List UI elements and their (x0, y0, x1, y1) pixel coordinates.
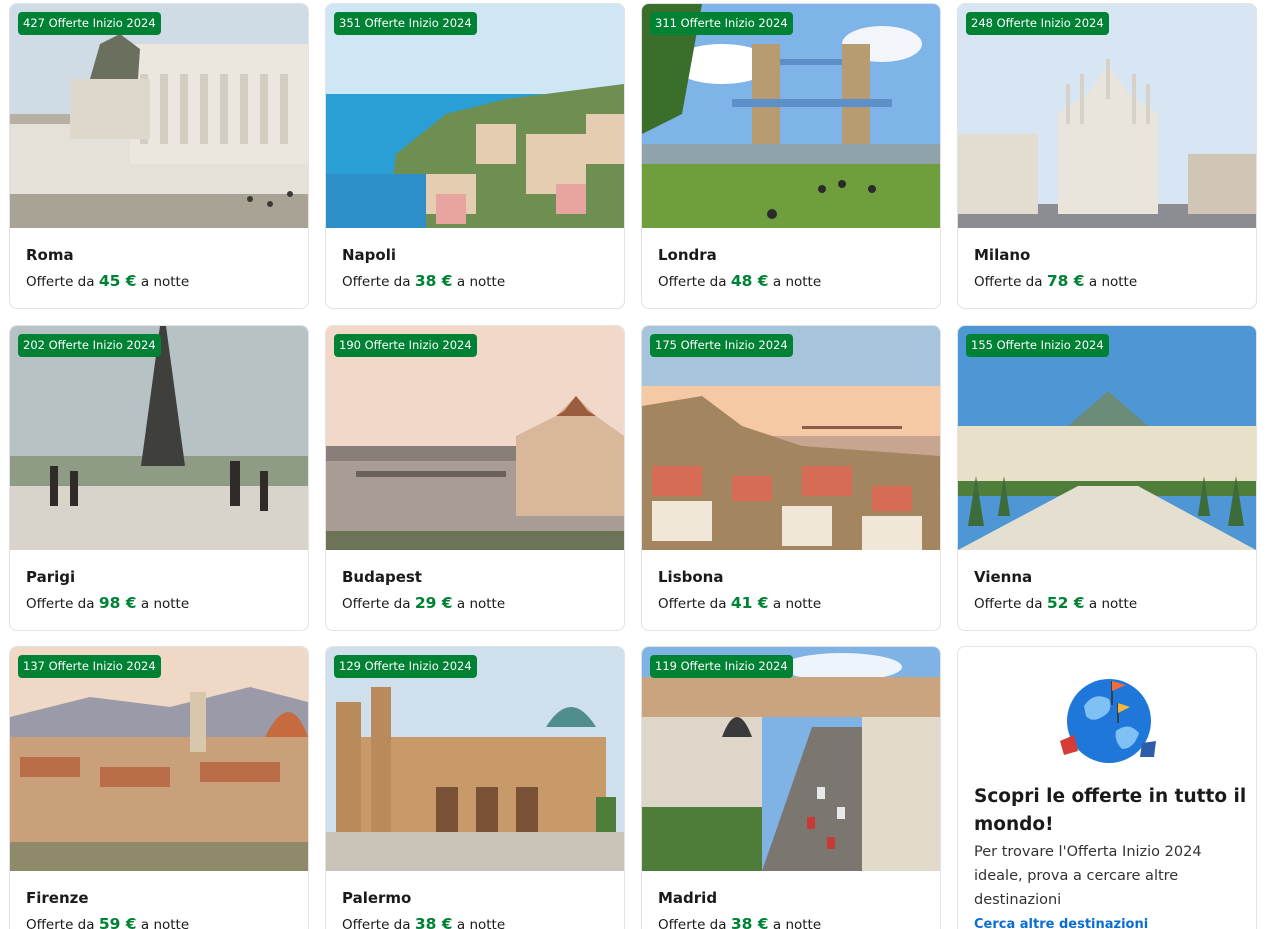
globe-with-flags-icon (1054, 661, 1164, 771)
price-line: Offerte da 98 € a notte (26, 594, 189, 612)
offer-count-badge: 427 Offerte Inizio 2024 (18, 12, 161, 35)
price-suffix: a notte (456, 596, 506, 612)
price-suffix: a notte (772, 274, 822, 290)
price-value: 78 € (1046, 272, 1085, 290)
price-value: 38 € (414, 915, 453, 929)
photo-napoli (326, 4, 624, 228)
price-value: 52 € (1046, 594, 1085, 612)
offer-card-londra[interactable]: 311 Offerte Inizio 2024 Londra Offerte d… (641, 3, 941, 309)
city-name: Budapest (342, 568, 422, 586)
price-suffix: a notte (456, 274, 506, 290)
search-other-destinations-link[interactable]: Cerca altre destinazioni (974, 917, 1148, 929)
city-name: Palermo (342, 889, 412, 907)
offer-card-budapest[interactable]: 190 Offerte Inizio 2024 Budapest Offerte… (325, 325, 625, 631)
offer-card-lisbona[interactable]: 175 Offerte Inizio 2024 Lisbona Offerte … (641, 325, 941, 631)
price-suffix: a notte (140, 274, 190, 290)
photo-parigi (10, 326, 308, 550)
photo-firenze (10, 647, 308, 871)
price-suffix: a notte (1088, 596, 1138, 612)
offer-count-badge: 311 Offerte Inizio 2024 (650, 12, 793, 35)
offer-card-parigi[interactable]: 202 Offerte Inizio 2024 Parigi Offerte d… (9, 325, 309, 631)
price-prefix: Offerte da (26, 917, 95, 929)
price-prefix: Offerte da (974, 596, 1043, 612)
photo-milano (958, 4, 1256, 228)
offer-card-milano[interactable]: 248 Offerte Inizio 2024 Milano Offerte d… (957, 3, 1257, 309)
price-prefix: Offerte da (26, 596, 95, 612)
photo-budapest (326, 326, 624, 550)
photo-madrid (642, 647, 940, 871)
offer-count-badge: 119 Offerte Inizio 2024 (650, 655, 793, 678)
price-prefix: Offerte da (974, 274, 1043, 290)
price-prefix: Offerte da (342, 596, 411, 612)
price-line: Offerte da 41 € a notte (658, 594, 821, 612)
photo-palermo (326, 647, 624, 871)
offer-count-badge: 129 Offerte Inizio 2024 (334, 655, 477, 678)
price-value: 48 € (730, 272, 769, 290)
price-prefix: Offerte da (658, 274, 727, 290)
offer-card-napoli[interactable]: 351 Offerte Inizio 2024 Napoli Offerte d… (325, 3, 625, 309)
city-name: Lisbona (658, 568, 724, 586)
city-name: Londra (658, 246, 717, 264)
city-name: Parigi (26, 568, 76, 586)
city-name: Firenze (26, 889, 89, 907)
price-suffix: a notte (456, 917, 506, 929)
price-value: 59 € (98, 915, 137, 929)
city-name: Milano (974, 246, 1031, 264)
price-line: Offerte da 78 € a notte (974, 272, 1137, 290)
offer-count-badge: 202 Offerte Inizio 2024 (18, 334, 161, 357)
price-line: Offerte da 38 € a notte (342, 915, 505, 929)
explore-destinations-card: Scopri le offerte in tutto il mondo! Per… (957, 646, 1257, 929)
price-prefix: Offerte da (658, 917, 727, 929)
price-suffix: a notte (772, 917, 822, 929)
price-prefix: Offerte da (658, 596, 727, 612)
price-suffix: a notte (772, 596, 822, 612)
price-line: Offerte da 48 € a notte (658, 272, 821, 290)
promo-title: Scopri le offerte in tutto il mondo! (974, 786, 1247, 835)
offer-card-roma[interactable]: 427 Offerte Inizio 2024 Roma Offerte da … (9, 3, 309, 309)
offer-count-badge: 351 Offerte Inizio 2024 (334, 12, 477, 35)
city-name: Vienna (974, 568, 1033, 586)
promo-description: Per trovare l'Offerta Inizio 2024 ideale… (974, 844, 1202, 908)
price-value: 98 € (98, 594, 137, 612)
price-line: Offerte da 29 € a notte (342, 594, 505, 612)
offer-count-badge: 248 Offerte Inizio 2024 (966, 12, 1109, 35)
price-value: 38 € (730, 915, 769, 929)
price-line: Offerte da 38 € a notte (658, 915, 821, 929)
offer-card-madrid[interactable]: 119 Offerte Inizio 2024 Madrid Offerte d… (641, 646, 941, 929)
city-name: Napoli (342, 246, 397, 264)
price-line: Offerte da 52 € a notte (974, 594, 1137, 612)
price-suffix: a notte (1088, 274, 1138, 290)
offer-count-badge: 155 Offerte Inizio 2024 (966, 334, 1109, 357)
price-line: Offerte da 59 € a notte (26, 915, 189, 929)
price-suffix: a notte (140, 596, 190, 612)
price-value: 45 € (98, 272, 137, 290)
price-prefix: Offerte da (26, 274, 95, 290)
price-value: 38 € (414, 272, 453, 290)
price-prefix: Offerte da (342, 274, 411, 290)
price-line: Offerte da 38 € a notte (342, 272, 505, 290)
offer-card-firenze[interactable]: 137 Offerte Inizio 2024 Firenze Offerte … (9, 646, 309, 929)
city-name: Roma (26, 246, 74, 264)
price-line: Offerte da 45 € a notte (26, 272, 189, 290)
offer-count-badge: 137 Offerte Inizio 2024 (18, 655, 161, 678)
price-value: 41 € (730, 594, 769, 612)
offer-count-badge: 175 Offerte Inizio 2024 (650, 334, 793, 357)
price-suffix: a notte (140, 917, 190, 929)
offer-card-palermo[interactable]: 129 Offerte Inizio 2024 Palermo Offerte … (325, 646, 625, 929)
city-name: Madrid (658, 889, 718, 907)
photo-londra (642, 4, 940, 228)
photo-roma (10, 4, 308, 228)
photo-lisbona (642, 326, 940, 550)
price-value: 29 € (414, 594, 453, 612)
price-prefix: Offerte da (342, 917, 411, 929)
photo-vienna (958, 326, 1256, 550)
offer-count-badge: 190 Offerte Inizio 2024 (334, 334, 477, 357)
offer-card-vienna[interactable]: 155 Offerte Inizio 2024 Vienna Offerte d… (957, 325, 1257, 631)
